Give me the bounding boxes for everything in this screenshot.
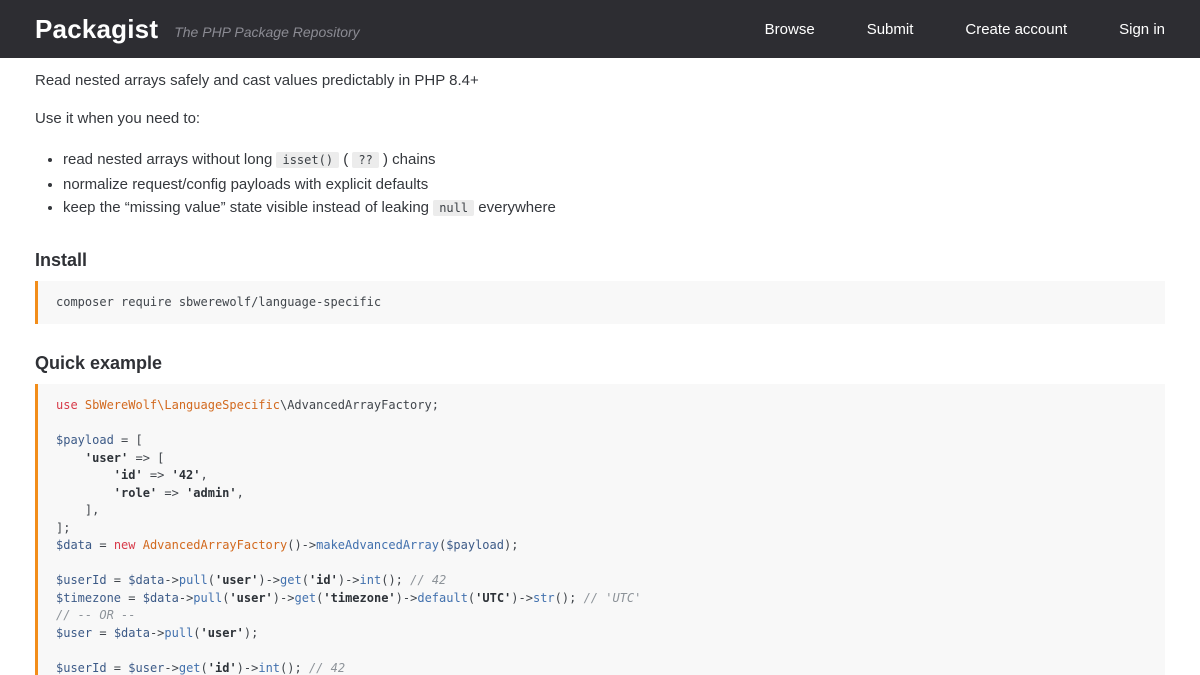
code-line: $timezone = $data->pull('user')->get('ti… [56, 590, 1147, 608]
inline-code: null [433, 200, 474, 216]
inline-code: ?? [352, 152, 378, 168]
use-when-paragraph: Use it when you need to: [35, 110, 1165, 127]
text-segment: normalize request/config payloads with e… [63, 176, 428, 193]
nav-create-account[interactable]: Create account [965, 21, 1067, 38]
header: Packagist The PHP Package Repository Bro… [0, 0, 1200, 58]
quick-example-heading: Quick example [35, 353, 1165, 374]
install-heading: Install [35, 250, 1165, 271]
code-line: // -- OR -- [56, 607, 1147, 625]
code-line: ]; [56, 520, 1147, 538]
packagist-logo[interactable]: Packagist [35, 14, 158, 45]
code-line: composer require sbwerewolf/language-spe… [56, 294, 1147, 312]
code-line: 'user' => [ [56, 450, 1147, 468]
nav-sign-in[interactable]: Sign in [1119, 21, 1165, 38]
use-cases-list: read nested arrays without long isset() … [35, 148, 1165, 221]
code-line: ], [56, 502, 1147, 520]
text-segment: everywhere [474, 199, 556, 216]
readme-content: Read nested arrays safely and cast value… [0, 58, 1200, 675]
code-line [56, 415, 1147, 433]
use-case-item: keep the “missing value” state visible i… [63, 196, 1165, 221]
install-code-block: composer require sbwerewolf/language-spe… [35, 281, 1165, 325]
code-line: $userId = $data->pull('user')->get('id')… [56, 572, 1147, 590]
code-line [56, 642, 1147, 660]
use-case-item: normalize request/config payloads with e… [63, 173, 1165, 197]
code-line: $userId = $user->get('id')->int(); // 42 [56, 660, 1147, 675]
inline-code: isset() [276, 152, 339, 168]
text-segment: ( [339, 151, 352, 168]
code-line: $payload = [ [56, 432, 1147, 450]
example-code-block: use SbWereWolf\LanguageSpecific\Advanced… [35, 384, 1165, 675]
use-case-item: read nested arrays without long isset() … [63, 148, 1165, 173]
code-line: 'role' => 'admin', [56, 485, 1147, 503]
text-segment: ) chains [379, 151, 436, 168]
text-segment: read nested arrays without long [63, 151, 276, 168]
code-line: $data = new AdvancedArrayFactory()->make… [56, 537, 1147, 555]
nav-browse[interactable]: Browse [765, 21, 815, 38]
nav-submit[interactable]: Submit [867, 21, 914, 38]
code-line: 'id' => '42', [56, 467, 1147, 485]
code-line: $user = $data->pull('user'); [56, 625, 1147, 643]
intro-paragraph: Read nested arrays safely and cast value… [35, 72, 1165, 89]
code-line [56, 555, 1147, 573]
site-tagline: The PHP Package Repository [174, 24, 359, 40]
main-nav: Browse Submit Create account Sign in [713, 21, 1165, 38]
code-line: use SbWereWolf\LanguageSpecific\Advanced… [56, 397, 1147, 415]
text-segment: keep the “missing value” state visible i… [63, 199, 433, 216]
